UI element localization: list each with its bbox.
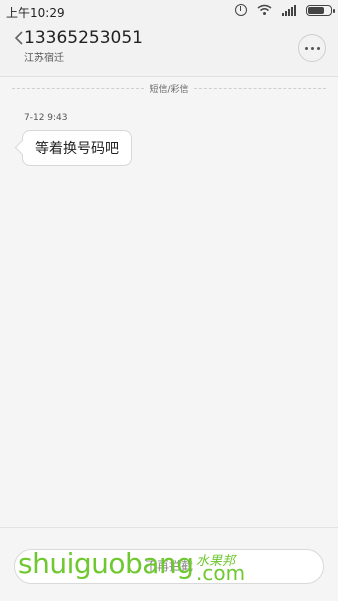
- alarm-icon: [235, 4, 247, 16]
- conversation-header: 13365253051 江苏宿迁: [0, 24, 338, 77]
- battery-icon: [306, 4, 335, 16]
- contact-number: 13365253051: [24, 28, 143, 48]
- incoming-message-bubble[interactable]: 等着换号码吧: [22, 130, 132, 166]
- signal-icon: [282, 4, 296, 16]
- message-type-divider: 短信/彩信: [149, 85, 189, 95]
- message-input[interactable]: 不再拦截: [14, 549, 324, 584]
- message-timestamp: 7-12 9:43: [24, 113, 68, 123]
- message-text: 等着换号码吧: [35, 141, 119, 157]
- wifi-icon: [257, 4, 272, 16]
- more-horizontal-icon: [304, 46, 308, 50]
- more-button[interactable]: [298, 34, 326, 62]
- contact-location: 江苏宿迁: [24, 53, 64, 64]
- status-time: 上午10:29: [6, 6, 65, 20]
- input-bar: 不再拦截: [0, 527, 338, 601]
- conversation-area[interactable]: 短信/彩信 7-12 9:43 等着换号码吧: [0, 77, 338, 527]
- status-icons: [235, 4, 335, 16]
- status-bar: 上午10:29: [0, 0, 338, 24]
